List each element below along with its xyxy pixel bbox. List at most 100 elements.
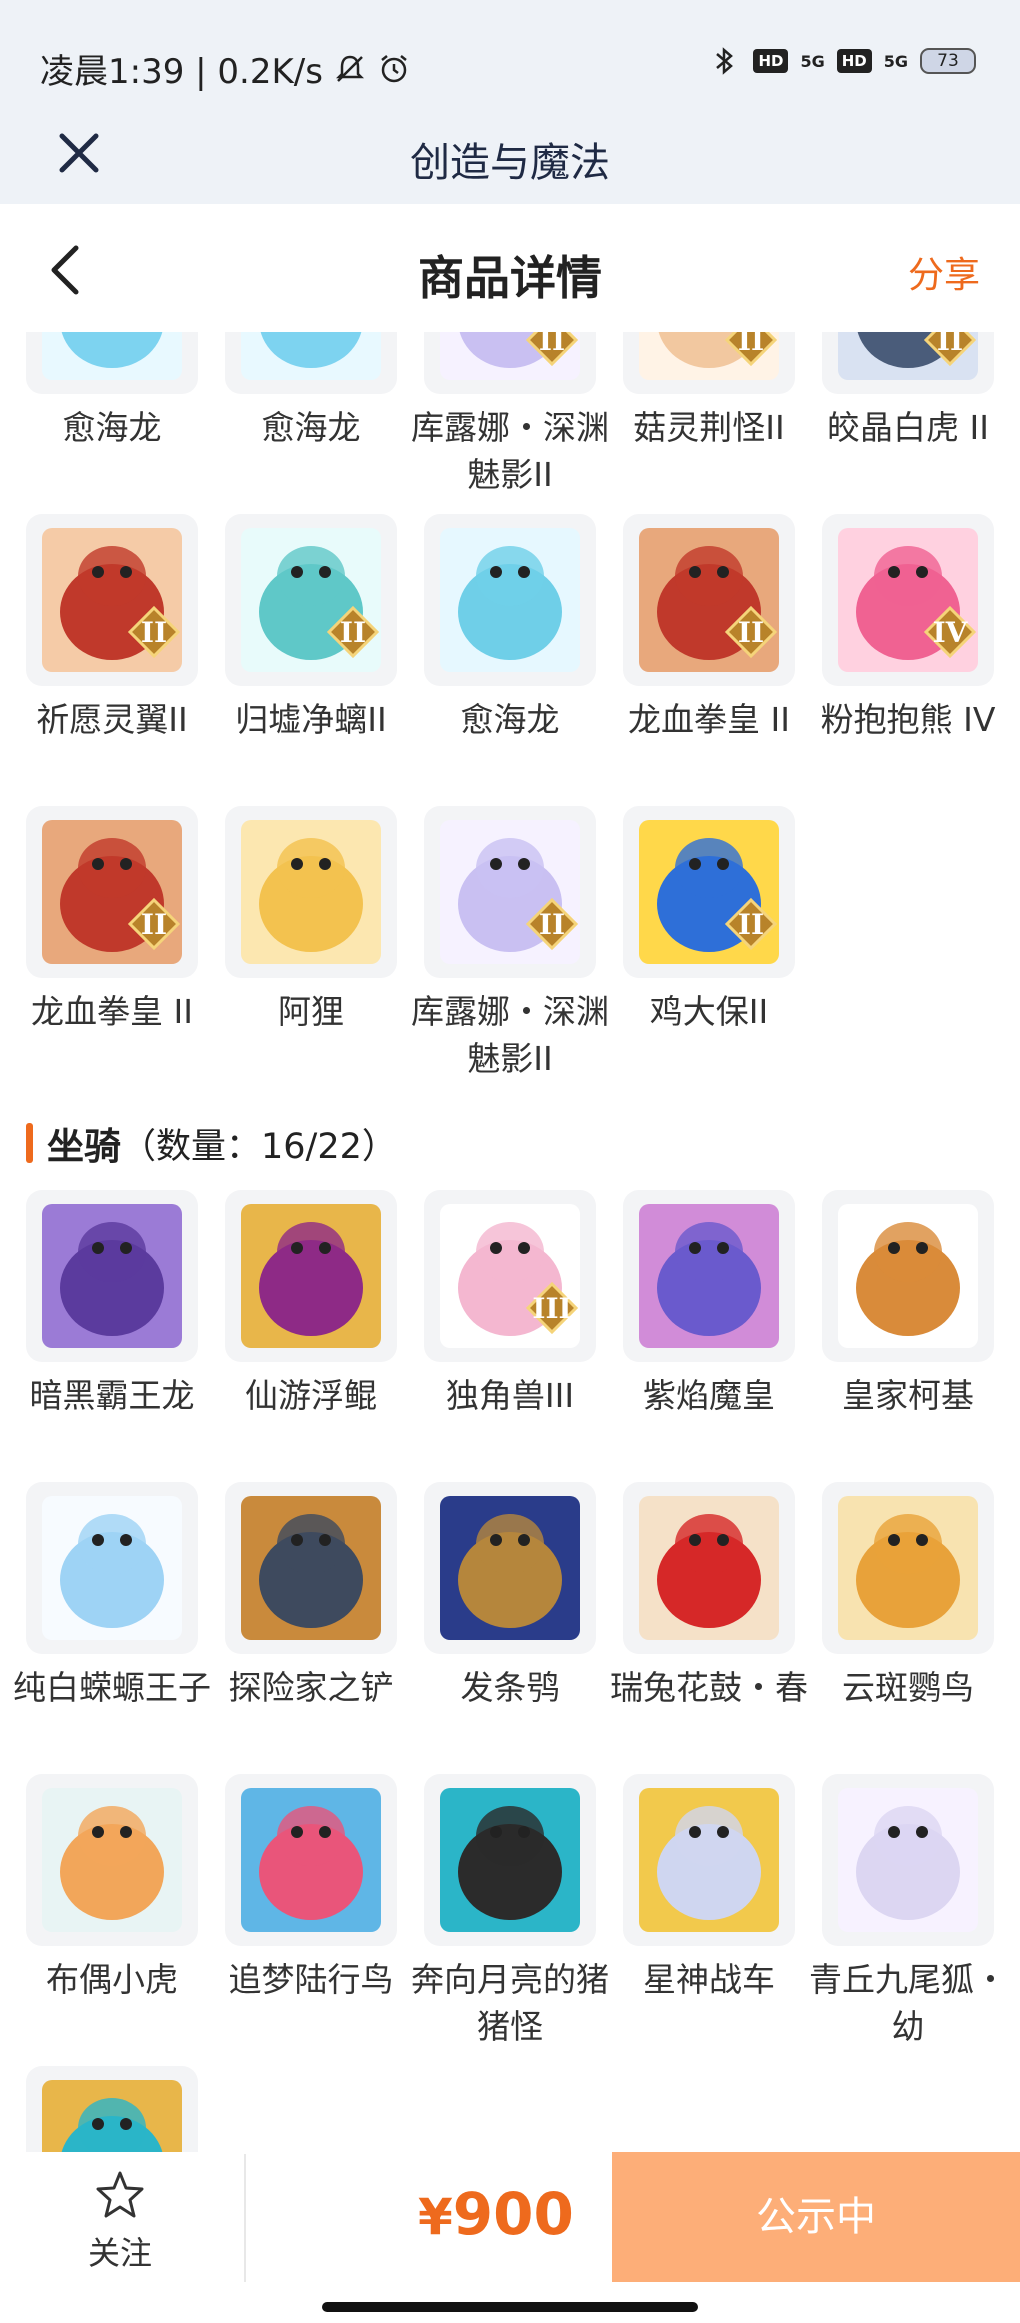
item-tile[interactable] [822,1482,994,1654]
grid-item[interactable]: 愈海龙 [225,332,397,451]
item-tile[interactable] [623,1482,795,1654]
hd-badge: HD [753,49,789,73]
item-tile[interactable] [424,1482,596,1654]
grid-item[interactable]: 纯白蝾螈王子 [13,1482,211,1711]
grid-item[interactable] [26,2066,198,2152]
item-tile[interactable]: II [424,332,596,394]
item-image [241,332,381,380]
item-image [42,2080,182,2152]
item-tile[interactable] [26,1774,198,1946]
grid-item[interactable]: 皇家柯基 [822,1190,994,1419]
grid-item[interactable]: 青丘九尾狐・幼 [809,1774,1007,2050]
divider [244,2154,246,2282]
item-tile[interactable]: II [424,806,596,978]
app-title: 创造与魔法 [410,140,610,186]
item-label: 愈海龙 [460,700,560,739]
item-tile[interactable]: II [225,514,397,686]
item-image [241,820,381,964]
grid-item[interactable]: 暗黑霸王龙 [26,1190,198,1419]
item-tile[interactable]: II [623,514,795,686]
grid-item[interactable]: 愈海龙 [26,332,198,451]
svg-text:II: II [539,332,565,357]
signal-5g: 5G [800,51,825,71]
item-image [440,1788,580,1932]
item-tile[interactable] [26,1482,198,1654]
item-image [639,1496,779,1640]
item-tile[interactable] [225,1482,397,1654]
nav-bar: 商品详情 分享 [0,204,1020,332]
grid-item[interactable]: II 龙血拳皇 II [623,514,795,743]
grid-item[interactable]: III 独角兽III [424,1190,596,1419]
grid-item[interactable]: 仙游浮鲲 [225,1190,397,1419]
item-tile[interactable] [225,1190,397,1362]
item-tile[interactable] [623,1774,795,1946]
grid-item[interactable]: II 祈愿灵翼II [26,514,198,743]
item-image: II [241,528,381,672]
grid-item[interactable]: 星神战车 [623,1774,795,2003]
item-image [639,1204,779,1348]
item-tile[interactable] [424,1774,596,1946]
grid-item[interactable]: II 鸡大保II [623,806,795,1035]
grid-item[interactable]: II 龙血拳皇 II [26,806,198,1035]
mute-icon [335,55,364,82]
item-tile[interactable] [26,1190,198,1362]
grid-item[interactable]: 布偶小虎 [26,1774,198,2003]
signal-5g: 5G [883,51,908,71]
grid-item[interactable]: II 皎晶白虎 II [822,332,994,451]
item-label: 紫焰魔皇 [643,1376,775,1415]
section-title-mounts: 坐骑 （数量：16/22） [26,1116,397,1170]
status-button[interactable]: 公示中 [612,2152,1020,2282]
item-tile[interactable] [225,806,397,978]
grid-item[interactable]: IV 粉抱抱熊 IV [821,514,995,743]
item-label: 仙游浮鲲 [245,1376,377,1415]
svg-text:II: II [340,616,366,649]
item-tile[interactable] [822,1774,994,1946]
item-label: 云斑鹦鸟 [842,1668,974,1707]
item-label: 星神战车 [643,1960,775,1999]
share-button[interactable]: 分享 [908,246,980,298]
grid-item[interactable]: 发条鸮 [424,1482,596,1711]
item-image: II [42,820,182,964]
item-tile[interactable]: II [26,514,198,686]
status-bar: 凌晨1:39 | 0.2K/s HD 5G HD 5G 73 [0,0,1020,104]
item-label: 布偶小虎 [46,1960,178,1999]
content-area[interactable]: 愈海龙 愈海龙 II 库露娜・深渊魅影II II 菇灵荆怪II II 皎晶白虎 II II 祈愿灵… [0,332,1020,2152]
item-tile[interactable]: II [822,332,994,394]
currency-symbol: ¥ [418,2188,453,2246]
item-label: 青丘九尾狐・幼 [809,1960,1007,2046]
item-tile[interactable] [424,514,596,686]
grid-item[interactable]: 愈海龙 [424,514,596,743]
item-label: 菇灵荆怪II [633,408,785,447]
grid-item[interactable]: 瑞兔花鼓・春 [610,1482,808,1711]
home-indicator [322,2302,698,2312]
battery-icon: 73 [920,48,976,74]
grid-item[interactable]: II 归墟净螭II [225,514,397,743]
svg-text:II: II [937,332,963,357]
follow-button[interactable]: 关注 [70,2168,170,2274]
grid-item[interactable]: 紫焰魔皇 [623,1190,795,1419]
item-tile[interactable] [26,332,198,394]
grid-item[interactable]: 探险家之铲 [225,1482,397,1711]
item-image: II [440,332,580,380]
grid-item[interactable]: 云斑鹦鸟 [822,1482,994,1711]
item-tile[interactable]: II [26,806,198,978]
grid-item[interactable]: II 菇灵荆怪II [623,332,795,451]
item-tile[interactable] [822,1190,994,1362]
grid-item[interactable]: II 库露娜・深渊魅影II [411,332,609,498]
item-image [241,1496,381,1640]
grid-item[interactable]: II 库露娜・深渊魅影II [411,806,609,1082]
item-tile[interactable]: II [623,332,795,394]
item-tile[interactable] [225,1774,397,1946]
item-label: 暗黑霸王龙 [29,1376,195,1415]
svg-text:II: II [738,908,764,941]
item-tile[interactable]: III [424,1190,596,1362]
item-tile[interactable] [225,332,397,394]
item-image [440,528,580,672]
grid-item[interactable]: 奔向月亮的猪猪怪 [411,1774,609,2050]
item-tile[interactable]: IV [822,514,994,686]
grid-item[interactable]: 追梦陆行鸟 [225,1774,397,2003]
item-tile[interactable] [623,1190,795,1362]
item-tile[interactable] [26,2066,198,2152]
grid-item[interactable]: 阿狸 [225,806,397,1035]
item-tile[interactable]: II [623,806,795,978]
